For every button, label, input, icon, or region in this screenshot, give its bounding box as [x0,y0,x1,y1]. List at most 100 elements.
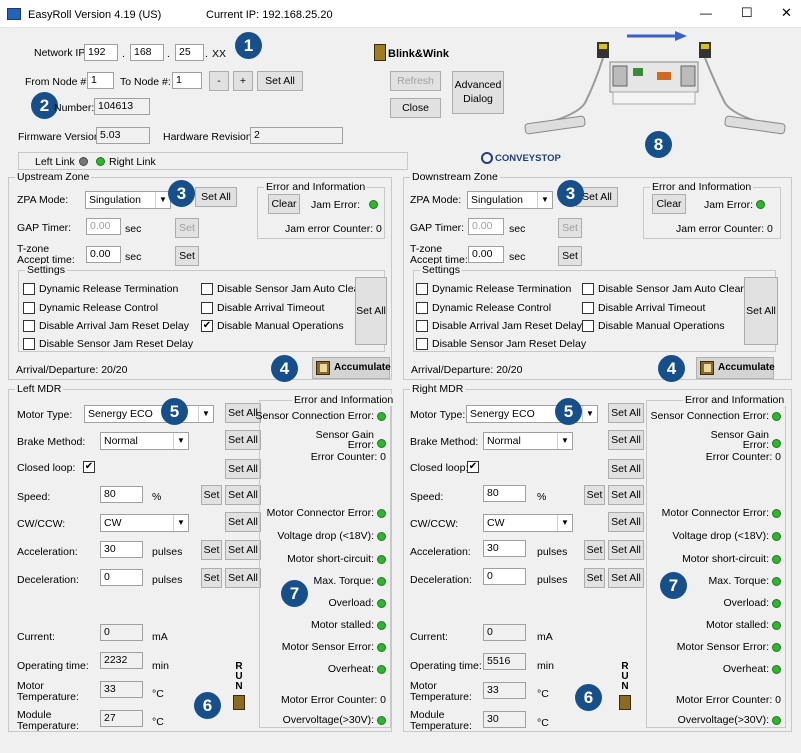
motor-temp-label-line2: Temperature: [17,691,79,703]
speed-set-all-button[interactable]: Set All [608,485,644,505]
direction-select[interactable]: CW ▼ [100,514,189,532]
direction-set-all-button[interactable]: Set All [608,512,644,532]
opt-checkbox-1[interactable] [201,283,213,295]
opt-checkbox-4[interactable] [23,320,35,332]
closed-loop-checkbox[interactable]: ✔ [467,461,479,473]
refresh-button[interactable]: Refresh [390,71,441,91]
opt-checkbox-3[interactable] [201,302,213,314]
speed-set-button[interactable]: Set [584,485,605,505]
closed-loop-set-all-button[interactable]: Set All [608,459,644,479]
zpa-mode-select[interactable]: Singulation ▼ [467,191,553,209]
run-button[interactable]: R U N [618,662,632,720]
closed-loop-set-all-button[interactable]: Set All [225,459,261,479]
motor-type-label: Motor Type: [17,409,73,421]
brake-set-all-button[interactable]: Set All [225,430,261,450]
ip-octet-1[interactable]: 192 [84,44,118,61]
acceleration-input[interactable]: 30 [100,541,143,558]
opt-checkbox-0[interactable] [416,283,428,295]
badge-7: 7 [660,572,687,599]
badge-1: 1 [235,32,262,59]
advanced-dialog-button[interactable]: Advanced Dialog [452,71,504,114]
motor-type-set-all-button[interactable]: Set All [608,403,644,423]
direction-select[interactable]: CW ▼ [483,514,573,532]
deceleration-set-all-button[interactable]: Set All [608,568,644,588]
motor-sensor-label: Motor Sensor Error: [281,641,374,653]
gap-sec-label: sec [509,223,526,235]
to-node-label: To Node #: [120,76,171,88]
gap-timer-input[interactable]: 0.00 [86,218,121,235]
deceleration-set-button[interactable]: Set [201,568,222,588]
overload-led [377,599,386,608]
run-button[interactable]: R U N [232,662,246,720]
accumulate-button[interactable]: Accumulate [312,357,391,379]
tzone-input[interactable]: 0.00 [468,246,504,263]
tzone-set-button[interactable]: Set [558,246,582,266]
overvoltage-led [772,716,781,725]
node-set-all-button[interactable]: Set All [257,71,303,91]
max-torque-label: Max. Torque: [708,575,769,587]
opt-checkbox-0[interactable] [23,283,35,295]
motor-type-select[interactable]: Senergy ECO ▼ [84,405,214,423]
gap-set-button[interactable]: Set [175,218,199,238]
max-torque-led [377,577,386,586]
deceleration-unit: pulses [152,574,183,586]
opt-checkbox-4[interactable] [416,320,428,332]
speed-label: Speed: [410,491,444,503]
jam-clear-button[interactable]: Clear [652,194,686,214]
tzone-set-button[interactable]: Set [175,246,199,266]
minimize-button[interactable]: — [700,7,712,20]
node-minus-button[interactable]: - [209,71,229,91]
gap-timer-input[interactable]: 0.00 [468,218,504,235]
opt-checkbox-6[interactable] [23,338,35,350]
closed-loop-checkbox[interactable]: ✔ [83,461,95,473]
deceleration-set-button[interactable]: Set [584,568,605,588]
ip-octet-3[interactable]: 25 [175,44,204,61]
gap-set-button[interactable]: Set [558,218,582,238]
deceleration-unit: pulses [537,574,568,586]
close-button[interactable]: Close [390,98,441,118]
sensor-conn-led [772,412,781,421]
opt-checkbox-5[interactable]: ✔ [201,320,213,332]
close-window-button[interactable]: ✕ [781,6,792,19]
acceleration-label: Acceleration: [17,546,78,558]
opt-checkbox-6[interactable] [416,338,428,350]
brake-method-select[interactable]: Normal ▼ [100,432,189,450]
deceleration-input[interactable]: 0 [100,569,143,586]
accumulate-button[interactable]: Accumulate [696,357,775,379]
module-temp-label: Module Temperature: [17,710,79,732]
from-node-input[interactable]: 1 [87,72,114,89]
direction-set-all-button[interactable]: Set All [225,512,261,532]
acceleration-set-button[interactable]: Set [584,540,605,560]
motor-conn-label: Motor Connector Error: [266,507,374,519]
speed-set-all-button[interactable]: Set All [225,485,261,505]
maximize-button[interactable]: ☐ [741,6,753,19]
acceleration-set-all-button[interactable]: Set All [608,540,644,560]
deceleration-input[interactable]: 0 [483,568,526,585]
opt-checkbox-5[interactable] [582,320,594,332]
opt-checkbox-2[interactable] [23,302,35,314]
settings-set-all-button[interactable]: Set All [744,277,778,345]
speed-input[interactable]: 80 [100,486,143,503]
zpa-mode-select[interactable]: Singulation ▼ [85,191,171,209]
blink-wink-button[interactable]: Blink&Wink [388,48,449,61]
deceleration-set-all-button[interactable]: Set All [225,568,261,588]
zpa-set-all-button[interactable]: Set All [195,187,237,207]
jam-clear-button[interactable]: Clear [268,194,300,214]
acceleration-input[interactable]: 30 [483,540,526,557]
node-plus-button[interactable]: + [233,71,253,91]
opt-checkbox-2[interactable] [416,302,428,314]
acceleration-set-all-button[interactable]: Set All [225,540,261,560]
to-node-input[interactable]: 1 [172,72,202,89]
opt-checkbox-3[interactable] [582,302,594,314]
speed-unit: % [152,491,162,503]
opt-checkbox-1[interactable] [582,283,594,295]
speed-input[interactable]: 80 [483,485,526,502]
brake-set-all-button[interactable]: Set All [608,430,644,450]
brake-method-select[interactable]: Normal ▼ [483,432,573,450]
speed-set-button[interactable]: Set [201,485,222,505]
accumulate-label: Accumulate [718,362,775,373]
tzone-input[interactable]: 0.00 [86,246,121,263]
acceleration-set-button[interactable]: Set [201,540,222,560]
ip-octet-2[interactable]: 168 [130,44,164,61]
settings-set-all-button[interactable]: Set All [355,277,387,345]
